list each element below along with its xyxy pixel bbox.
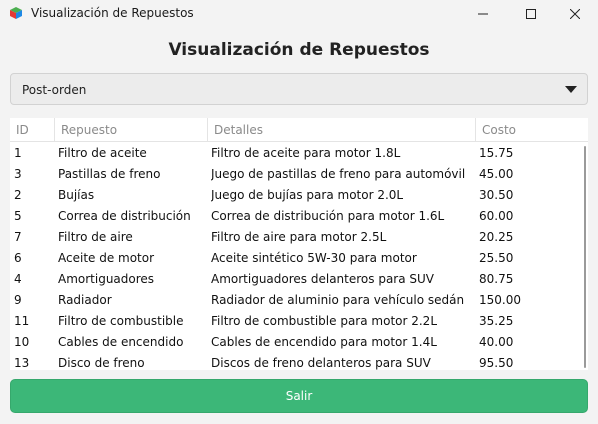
minimize-icon — [478, 13, 488, 15]
page-title: Visualización de Repuestos — [168, 40, 430, 60]
table-row[interactable]: 10 Cables de encendido Cables de encendi… — [10, 332, 588, 353]
cell-detalles: Discos de freno delanteros para SUV — [211, 356, 431, 370]
table-row[interactable]: 2 Bujías Juego de bujías para motor 2.0L… — [10, 185, 588, 206]
table-row[interactable]: 6 Aceite de motor Aceite sintético 5W-30… — [10, 248, 588, 269]
cell-id: 6 — [14, 251, 22, 265]
table-row[interactable]: 3 Pastillas de freno Juego de pastillas … — [10, 164, 588, 185]
app-cube-icon — [10, 7, 22, 19]
table-row[interactable]: 13 Disco de freno Discos de freno delant… — [10, 353, 588, 370]
window-title: Visualización de Repuestos — [31, 6, 194, 20]
cell-id: 3 — [14, 167, 22, 181]
cell-repuesto: Cables de encendido — [58, 335, 184, 349]
table-row[interactable]: 1 Filtro de aceite Filtro de aceite para… — [10, 143, 588, 164]
table-row[interactable]: 5 Correa de distribución Correa de distr… — [10, 206, 588, 227]
traversal-select-value: Post-orden — [22, 83, 87, 97]
maximize-icon — [526, 9, 536, 19]
table-row[interactable]: 7 Filtro de aire Filtro de aire para mot… — [10, 227, 588, 248]
minimize-button[interactable] — [460, 0, 506, 28]
table-scrollbar[interactable] — [584, 146, 586, 368]
cell-id: 11 — [14, 314, 30, 328]
close-icon — [570, 9, 580, 19]
cell-id: 4 — [14, 272, 22, 286]
cell-costo: 150.00 — [479, 293, 521, 307]
cell-costo: 40.00 — [479, 335, 514, 349]
cell-repuesto: Correa de distribución — [58, 209, 191, 223]
cell-detalles: Aceite sintético 5W-30 para motor — [211, 251, 417, 265]
maximize-button[interactable] — [508, 0, 554, 28]
cell-detalles: Radiador de aluminio para vehículo sedán — [211, 293, 465, 307]
cell-costo: 45.00 — [479, 167, 514, 181]
cell-costo: 30.50 — [479, 188, 514, 202]
parts-table[interactable]: ID Repuesto Detalles Costo 1 Filtro de a… — [10, 118, 588, 370]
table-row[interactable]: 4 Amortiguadores Amortiguadores delanter… — [10, 269, 588, 290]
column-header-id[interactable]: ID — [10, 118, 54, 142]
cell-costo: 80.75 — [479, 272, 514, 286]
exit-button[interactable]: Salir — [10, 379, 588, 413]
cell-id: 9 — [14, 293, 22, 307]
cell-detalles: Juego de pastillas de freno para automóv… — [211, 167, 466, 181]
cell-repuesto: Amortiguadores — [58, 272, 155, 286]
cell-costo: 60.00 — [479, 209, 514, 223]
table-header: ID Repuesto Detalles Costo — [10, 118, 588, 142]
traversal-select[interactable]: Post-orden — [10, 73, 588, 105]
cell-repuesto: Radiador — [58, 293, 112, 307]
cell-id: 1 — [14, 146, 22, 160]
cell-repuesto: Filtro de aceite — [58, 146, 147, 160]
cell-repuesto: Aceite de motor — [58, 251, 155, 265]
cell-costo: 20.25 — [479, 230, 514, 244]
cell-repuesto: Bujías — [58, 188, 95, 202]
cell-id: 7 — [14, 230, 22, 244]
column-header-costo[interactable]: Costo — [475, 118, 588, 142]
cell-detalles: Correa de distribución para motor 1.6L — [211, 209, 445, 223]
cell-id: 5 — [14, 209, 22, 223]
cell-detalles: Juego de bujías para motor 2.0L — [211, 188, 404, 202]
table-row[interactable]: 11 Filtro de combustible Filtro de combu… — [10, 311, 588, 332]
cell-repuesto: Pastillas de freno — [58, 167, 161, 181]
cell-detalles: Filtro de aceite para motor 1.8L — [211, 146, 401, 160]
cell-detalles: Cables de encendido para motor 1.4L — [211, 335, 437, 349]
cell-detalles: Amortiguadores delanteros para SUV — [211, 272, 435, 286]
cell-costo: 95.50 — [479, 356, 514, 370]
caret-down-icon — [565, 86, 577, 93]
cell-costo: 15.75 — [479, 146, 514, 160]
table-row[interactable]: 9 Radiador Radiador de aluminio para veh… — [10, 290, 588, 311]
cell-detalles: Filtro de combustible para motor 2.2L — [211, 314, 438, 328]
column-header-repuesto[interactable]: Repuesto — [54, 118, 207, 142]
cell-id: 10 — [14, 335, 30, 349]
cell-id: 2 — [14, 188, 22, 202]
cell-detalles: Filtro de aire para motor 2.5L — [211, 230, 387, 244]
table-body: 1 Filtro de aceite Filtro de aceite para… — [10, 143, 588, 370]
cell-repuesto: Filtro de aire — [58, 230, 133, 244]
cell-costo: 25.50 — [479, 251, 514, 265]
title-bar: Visualización de Repuestos — [0, 0, 598, 28]
cell-repuesto: Disco de freno — [58, 356, 145, 370]
cell-repuesto: Filtro de combustible — [58, 314, 184, 328]
cell-costo: 35.25 — [479, 314, 514, 328]
close-button[interactable] — [552, 0, 598, 28]
column-header-detalles[interactable]: Detalles — [207, 118, 475, 142]
cell-id: 13 — [14, 356, 30, 370]
